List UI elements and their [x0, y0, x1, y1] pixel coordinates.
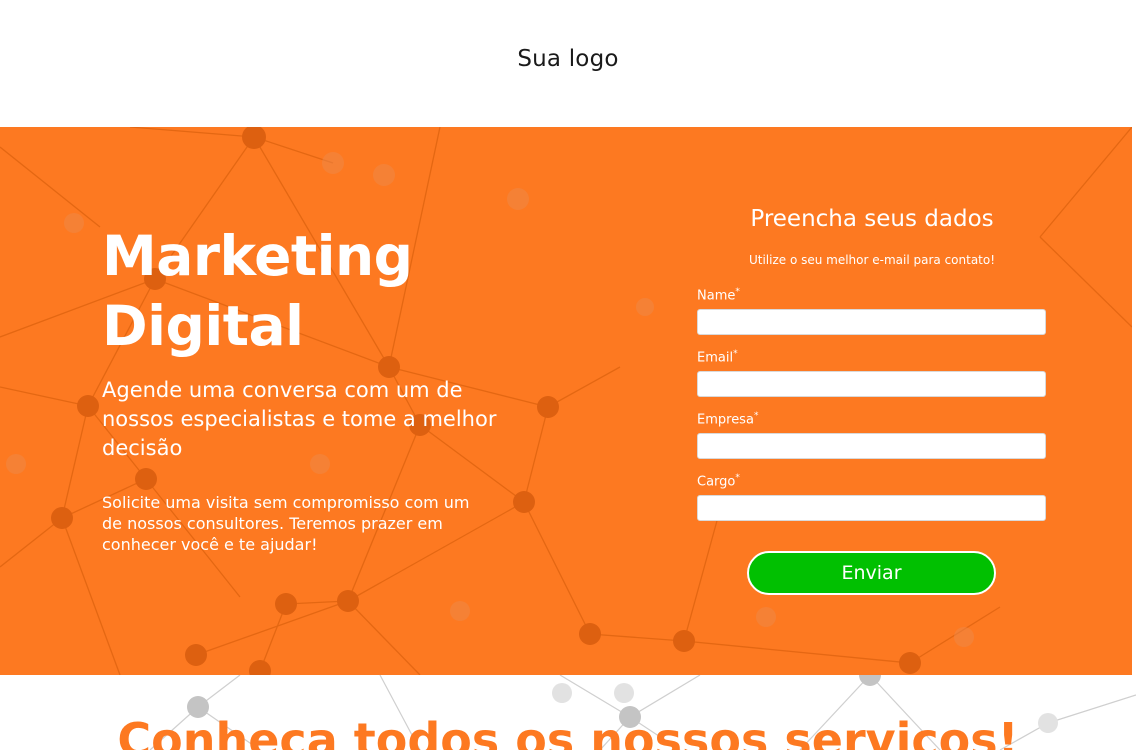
- cargo-label: Cargo*: [697, 473, 740, 490]
- submit-button[interactable]: Enviar: [747, 551, 996, 595]
- empresa-label: Empresa*: [697, 411, 759, 428]
- hero-title-line2: Digital: [102, 294, 304, 358]
- services-title: Conheça todos os nossos serviços!: [117, 713, 1019, 750]
- empresa-field[interactable]: [697, 433, 1046, 459]
- logo[interactable]: Sua logo: [0, 46, 1136, 72]
- hero-subtitle: Agende uma conversa com um de nossos esp…: [102, 378, 497, 460]
- form-note: Utilize o seu melhor e-mail para contato…: [748, 253, 996, 267]
- site-header: Sua logo: [0, 0, 1136, 127]
- hero-section: Marketing Digital Agende uma conversa co…: [0, 127, 1132, 675]
- hero-title: Marketing Digital: [102, 221, 413, 361]
- cargo-field[interactable]: [697, 495, 1046, 521]
- name-field[interactable]: [697, 309, 1046, 335]
- services-section: Conheça todos os nossos serviços!: [0, 675, 1136, 750]
- form-title: Preencha seus dados: [750, 206, 994, 232]
- hero-description: Solicite uma visita sem compromisso com …: [102, 493, 470, 554]
- name-label: Name*: [697, 287, 740, 304]
- email-field[interactable]: [697, 371, 1046, 397]
- email-label: Email*: [697, 349, 738, 366]
- hero-title-line1: Marketing: [102, 224, 413, 288]
